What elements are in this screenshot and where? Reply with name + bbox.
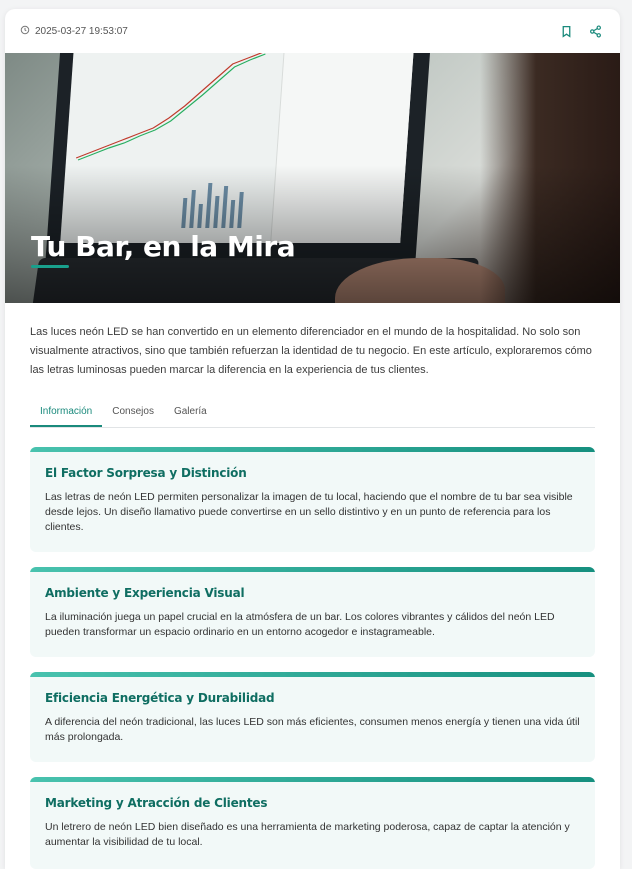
intro-paragraph: Las luces neón LED se han convertido en … [30,326,592,376]
section-title: Marketing y Atracción de Clientes [45,796,268,810]
section-title: Ambiente y Experiencia Visual [45,586,245,600]
section-body: Las letras de neón LED permiten personal… [45,491,573,533]
section-card: Eficiencia Energética y Durabilidad A di… [30,672,595,762]
bookmark-icon[interactable] [560,25,573,38]
title-underline [31,265,69,268]
share-icon[interactable] [589,24,602,38]
timestamp-text: 2025-03-27 19:53:07 [35,25,128,37]
tab-bar: Información Consejos Galería [30,402,595,428]
section-card: El Factor Sorpresa y Distinción Las letr… [30,447,595,552]
page-title: Tu Bar, en la Mira [31,230,296,263]
section-body: A diferencia del neón tradicional, las l… [45,716,580,743]
section-body: La iluminación juega un papel crucial en… [45,611,555,638]
header-actions [560,24,602,38]
tab-informacion[interactable]: Información [30,402,103,427]
clock-icon [20,25,30,38]
tab-consejos[interactable]: Consejos [102,402,164,427]
top-bar: 2025-03-27 19:53:07 [5,9,620,53]
section-card: Ambiente y Experiencia Visual La ilumina… [30,567,595,657]
section-title: Eficiencia Energética y Durabilidad [45,691,275,705]
section-title: El Factor Sorpresa y Distinción [45,466,247,480]
section-body: Un letrero de neón LED bien diseñado es … [45,821,570,848]
article-card: 2025-03-27 19:53:07 Tu Bar, en la Mira L… [5,9,620,869]
tab-galeria[interactable]: Galería [164,402,217,427]
hero-image: Tu Bar, en la Mira [5,53,620,303]
section-card: Marketing y Atracción de Clientes Un let… [30,777,595,869]
timestamp: 2025-03-27 19:53:07 [20,25,128,38]
